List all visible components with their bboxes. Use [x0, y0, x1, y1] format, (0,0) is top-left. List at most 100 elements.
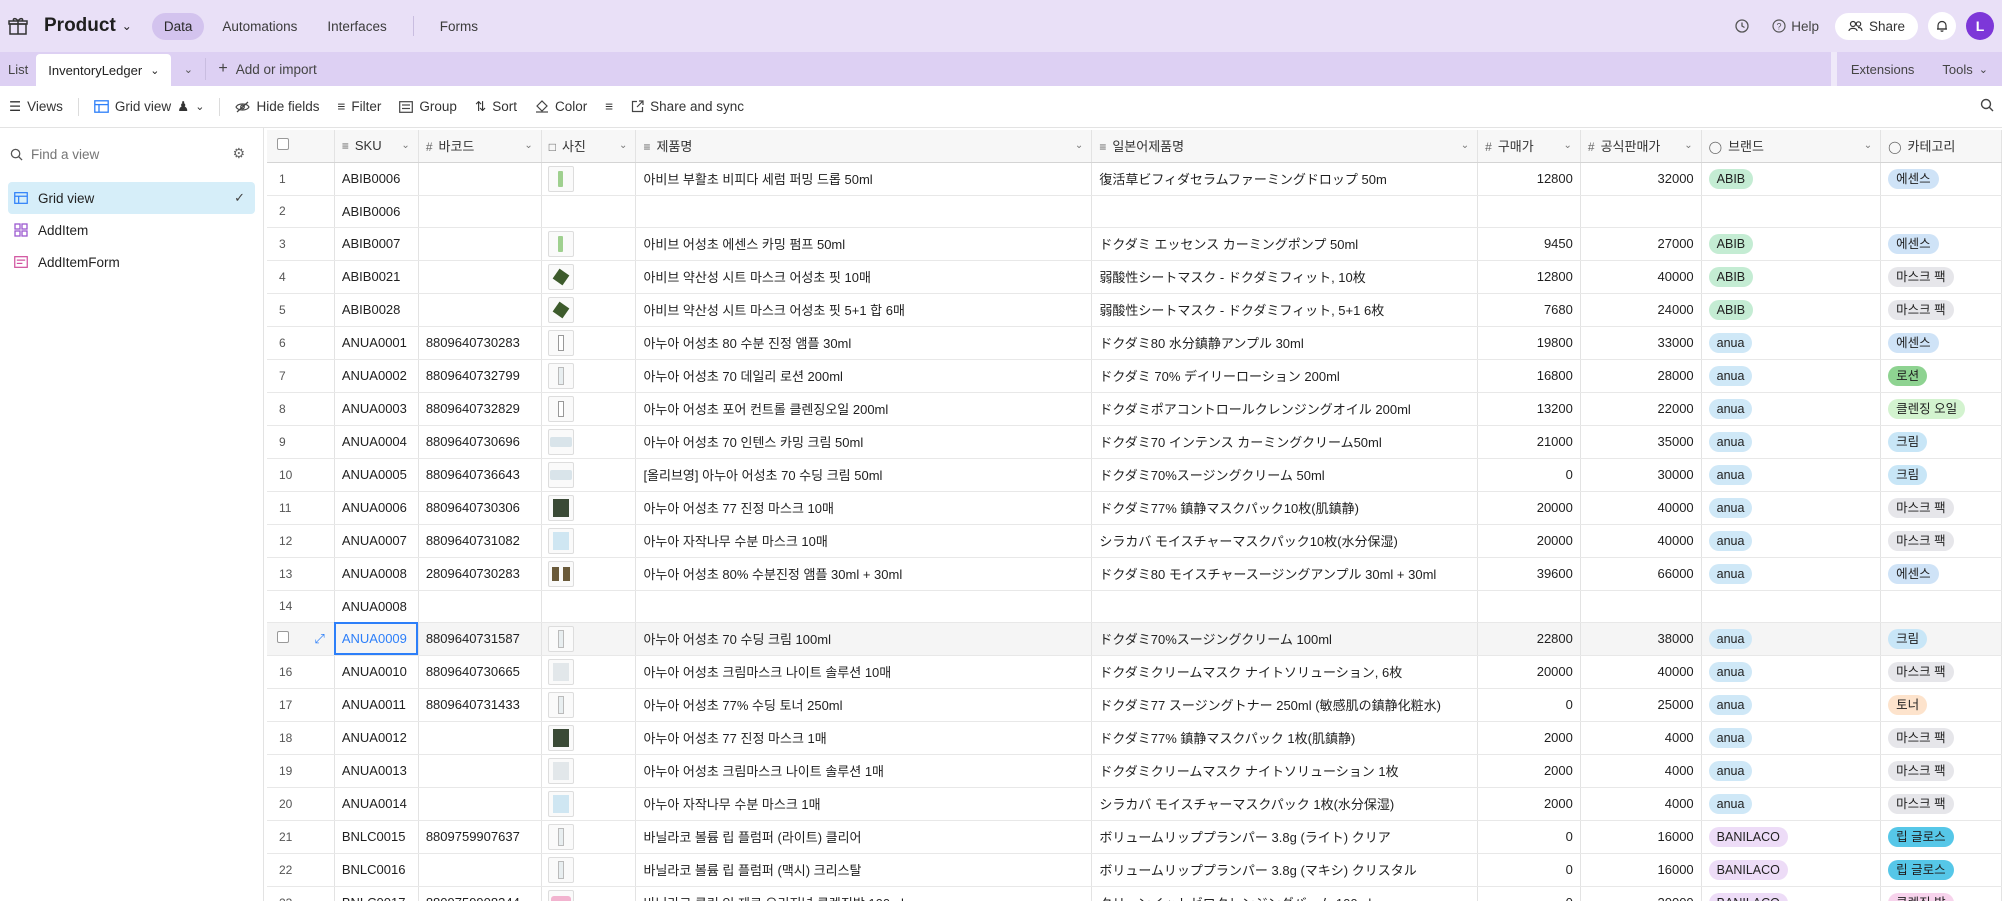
table-row[interactable]: 7 ANUA0002 8809640732799 아누아 어성초 70 데일리 로션 … [267, 359, 2002, 393]
cell-name-ko[interactable]: 아누아 어성초 70 수딩 크림 100ml [635, 622, 1093, 656]
cell-name-ko[interactable]: 아비브 약산성 시트 마스크 어성초 핏 5+1 합 6매 [635, 293, 1093, 327]
cell-cost[interactable]: 19800 [1477, 326, 1581, 360]
photo-thumbnail[interactable] [547, 165, 574, 192]
table-row[interactable]: 20 ANUA0014 아누아 자작나무 수분 마스크 1매 シラカバ モイスチャーマ… [267, 787, 2002, 821]
table-row[interactable]: 6 ANUA0001 8809640730283 아누아 어성초 80 수분 진정 앰… [267, 326, 2002, 360]
cell-sku[interactable]: ANUA0012 [334, 721, 419, 755]
help-button[interactable]: ? Help [1766, 19, 1825, 34]
table-row[interactable]: 22 BNLC0016 바닐라코 볼륨 립 플럼퍼 (맥시) 크리스탈 ボリュームリッ… [267, 853, 2002, 887]
chevron-down-icon[interactable]: ⌄ [1461, 140, 1469, 151]
cell-photo[interactable] [541, 721, 637, 755]
cell-cost[interactable]: 2000 [1477, 754, 1581, 788]
cell-price[interactable]: 16000 [1580, 820, 1702, 854]
cell-barcode[interactable]: 8809640732799 [418, 359, 542, 393]
cell-name-ko[interactable]: 아누아 어성초 77 진정 마스크 1매 [635, 721, 1093, 755]
cell-name-ja[interactable]: ドクダミ70%スージングクリーム 50ml [1091, 458, 1479, 492]
nav-data[interactable]: Data [151, 12, 205, 40]
cell-photo[interactable] [541, 359, 637, 393]
cell-price[interactable]: 40000 [1580, 491, 1702, 525]
table-row[interactable]: 18 ANUA0012 아누아 어성초 77 진정 마스크 1매 ドクダミ77% 鎮静… [267, 721, 2002, 755]
cell-category[interactable]: 크림 [1880, 622, 2002, 656]
chevron-down-icon[interactable]: ⌄ [524, 140, 532, 151]
cell-barcode[interactable]: 8809640730696 [418, 425, 542, 459]
cell-sku[interactable]: ANUA0002 [334, 359, 419, 393]
cell-barcode[interactable]: 2809640730283 [418, 557, 542, 591]
cell-sku[interactable]: ANUA0013 [334, 754, 419, 788]
notifications-bell-icon[interactable] [1928, 12, 1956, 40]
cell-cost[interactable]: 22800 [1477, 622, 1581, 656]
cell-name-ja[interactable]: ドクダミクリームマスク ナイトソリューション, 6枚 [1091, 655, 1479, 689]
cell-barcode[interactable] [418, 260, 542, 294]
cell-sku[interactable]: BNLC0015 [334, 820, 419, 854]
base-name-dropdown[interactable]: Product ⌄ [44, 15, 132, 37]
cell-barcode[interactable]: 8809640736643 [418, 458, 542, 492]
photo-thumbnail[interactable] [547, 494, 574, 521]
cell-barcode[interactable]: 8809640731587 [418, 622, 542, 656]
cell-sku[interactable]: ANUA0003 [334, 392, 419, 426]
cell-price[interactable]: 24000 [1580, 293, 1702, 327]
cell-category[interactable]: 크림 [1880, 425, 2002, 459]
cell-category[interactable]: 에센스 [1880, 227, 2002, 261]
table-row[interactable]: 9 ANUA0004 8809640730696 아누아 어성초 70 인텐스 카밍 … [267, 425, 2002, 459]
filter-button[interactable]: ≡ Filter [329, 86, 391, 128]
photo-thumbnail[interactable] [547, 263, 574, 290]
cell-name-ko[interactable]: 아누아 자작나무 수분 마스크 10매 [635, 524, 1093, 558]
extensions-button[interactable]: Extensions [1837, 52, 1929, 86]
cell-barcode[interactable]: 8809640731433 [418, 688, 542, 722]
cell-name-ko[interactable]: [올리브영] 아누아 어성초 70 수딩 크림 50ml [635, 458, 1093, 492]
cell-brand[interactable]: anua [1701, 721, 1882, 755]
cell-sku[interactable]: ABIB0007 [334, 227, 419, 261]
cell-sku[interactable]: ANUA0005 [334, 458, 419, 492]
row-select-cell[interactable] [267, 622, 300, 656]
table-row[interactable]: 8 ANUA0003 8809640732829 아누아 어성초 포어 컨트롤 클렌징… [267, 392, 2002, 426]
cell-barcode[interactable] [418, 195, 542, 228]
photo-thumbnail[interactable] [547, 757, 574, 784]
add-or-import-button[interactable]: + Add or import [205, 58, 328, 80]
cell-brand[interactable]: anua [1701, 458, 1882, 492]
cell-sku[interactable]: ANUA0006 [334, 491, 419, 525]
cell-price[interactable]: 30000 [1580, 458, 1702, 492]
photo-thumbnail[interactable] [547, 560, 574, 587]
cell-photo[interactable] [541, 260, 637, 294]
column-header-price[interactable]: # 공식판매가 ⌄ [1580, 130, 1702, 163]
cell-cost[interactable]: 9450 [1477, 227, 1581, 261]
cell-name-ja[interactable]: ドクダミ80 水分鎮静アンプル 30ml [1091, 326, 1479, 360]
cell-cost[interactable]: 0 [1477, 458, 1581, 492]
cell-name-ko[interactable]: 아누아 어성초 77 진정 마스크 10매 [635, 491, 1093, 525]
cell-sku[interactable]: ANUA0011 [334, 688, 419, 722]
table-row[interactable]: 14 ANUA0008 [267, 590, 2002, 623]
photo-thumbnail[interactable] [547, 428, 574, 455]
table-row[interactable]: 17 ANUA0011 8809640731433 아누아 어성초 77% 수딩 토너… [267, 688, 2002, 722]
cell-photo[interactable] [541, 886, 637, 901]
cell-category[interactable]: 토너 [1880, 688, 2002, 722]
cell-brand[interactable]: anua [1701, 359, 1882, 393]
column-header-category[interactable]: ◯ 카테고리 [1880, 130, 2002, 163]
cell-cost[interactable]: 7680 [1477, 293, 1581, 327]
cell-photo[interactable] [541, 425, 637, 459]
cell-category[interactable]: 에센스 [1880, 326, 2002, 360]
cell-name-ja[interactable]: 復活草ビフィダセラムファーミングドロップ 50m [1091, 162, 1479, 196]
cell-name-ko[interactable]: 아비브 약산성 시트 마스크 어성초 핏 10매 [635, 260, 1093, 294]
cell-name-ja[interactable]: ドクダミ 70% デイリーローション 200ml [1091, 359, 1479, 393]
cell-name-ko[interactable]: 아비브 어성초 에센스 카밍 펌프 50ml [635, 227, 1093, 261]
view-item-additem[interactable]: AddItem [8, 214, 255, 246]
cell-name-ja[interactable]: ドクダミ70%スージングクリーム 100ml [1091, 622, 1479, 656]
column-header-barcode[interactable]: # 바코드 ⌄ [418, 130, 542, 163]
cell-cost[interactable]: 20000 [1477, 655, 1581, 689]
column-header-sku[interactable]: ≡ SKU ⌄ [334, 130, 419, 163]
hide-fields-button[interactable]: Hide fields [226, 86, 328, 128]
table-tab-inventoryledger[interactable]: InventoryLedger ⌄ [36, 54, 172, 86]
views-toggle-button[interactable]: ☰ Views [0, 86, 72, 128]
cell-cost[interactable]: 39600 [1477, 557, 1581, 591]
cell-price[interactable]: 66000 [1580, 557, 1702, 591]
table-row[interactable]: 10 ANUA0005 8809640736643 [올리브영] 아누아 어성초 70… [267, 458, 2002, 492]
cell-category[interactable]: 립 글로스 [1880, 853, 2002, 887]
sort-button[interactable]: ⇅ Sort [466, 86, 526, 128]
cell-photo[interactable] [541, 787, 637, 821]
row-height-button[interactable]: ≡ [596, 86, 622, 128]
search-icon[interactable] [1980, 98, 1994, 115]
cell-name-ja[interactable]: ドクダミ77% 鎮静マスクパック10枚(肌鎮静) [1091, 491, 1479, 525]
cell-sku[interactable]: ANUA0004 [334, 425, 419, 459]
cell-photo[interactable] [541, 688, 637, 722]
cell-name-ja[interactable]: 弱酸性シートマスク - ドクダミフィット, 5+1 6枚 [1091, 293, 1479, 327]
